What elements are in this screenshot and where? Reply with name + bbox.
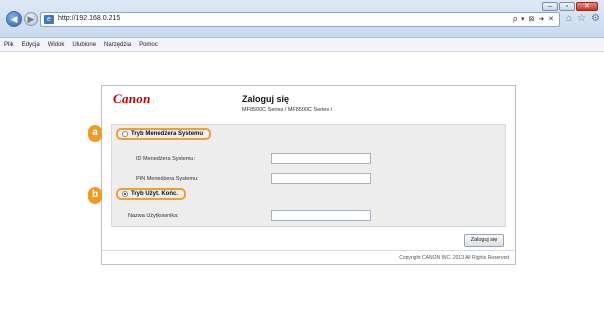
menu-favorites[interactable]: Ulubione <box>72 42 96 48</box>
site-icon: e <box>44 15 54 24</box>
system-manager-mode-label: Tryb Menedżera Systemu <box>131 131 204 137</box>
device-model: MF8500C Series / MF8500C Series / <box>242 107 333 113</box>
login-form: Tryb Menedżera Systemu ID Menedżera Syst… <box>111 124 506 227</box>
gear-icon[interactable]: ⚙ <box>591 13 600 25</box>
browser-toolbar: – ▫ ✕ ◀ ▶ e http://192.168.0.215 ρ ▾ ⊠ ➜… <box>0 0 604 38</box>
favorites-star-icon[interactable]: ☆ <box>577 13 586 25</box>
end-user-mode-radio[interactable] <box>122 191 128 197</box>
username-label: Nazwa Użytkownika: <box>128 213 179 219</box>
url-text: http://192.168.0.215 <box>58 15 121 22</box>
close-button[interactable]: ✕ <box>576 2 598 11</box>
minimize-button[interactable]: – <box>542 2 558 11</box>
callout-a-badge: a <box>88 125 102 142</box>
address-bar[interactable]: e http://192.168.0.215 ρ ▾ ⊠ ➜ ✕ <box>40 12 560 27</box>
home-icon[interactable]: ⌂ <box>566 13 572 25</box>
menu-file[interactable]: Plik <box>4 42 14 48</box>
system-manager-pin-label: PIN Menedżera Systemu: <box>136 176 199 182</box>
menu-edit[interactable]: Edycja <box>22 42 40 48</box>
system-manager-mode-radio[interactable] <box>122 131 128 137</box>
system-manager-mode-option[interactable]: Tryb Menedżera Systemu <box>116 128 212 140</box>
login-button[interactable]: Zaloguj się <box>464 234 504 247</box>
footer-divider <box>102 250 515 251</box>
menu-tools[interactable]: Narzędzia <box>104 42 131 48</box>
system-manager-id-label: ID Menedżera Systemu: <box>136 156 195 162</box>
system-manager-id-input[interactable] <box>271 153 371 164</box>
back-button[interactable]: ◀ <box>6 11 22 27</box>
menu-help[interactable]: Pomoc <box>139 42 158 48</box>
window-controls: – ▫ ✕ <box>542 2 598 11</box>
page-title: Zaloguj się <box>242 94 290 104</box>
system-manager-pin-input[interactable] <box>271 173 371 184</box>
menu-view[interactable]: Widok <box>48 42 65 48</box>
end-user-mode-label: Tryb Użyt. Końc. <box>131 191 179 197</box>
menu-bar: Plik Edycja Widok Ulubione Narzędzia Pom… <box>0 38 604 52</box>
toolbar-icons: ⌂ ☆ ⚙ <box>566 13 600 25</box>
callout-b-badge: b <box>88 187 102 204</box>
address-bar-tools[interactable]: ρ ▾ ⊠ ➜ ✕ <box>513 15 555 23</box>
username-input[interactable] <box>271 210 371 221</box>
end-user-mode-option[interactable]: Tryb Użyt. Końc. <box>116 188 187 200</box>
maximize-button[interactable]: ▫ <box>559 2 575 11</box>
canon-logo: Canon <box>113 91 151 106</box>
forward-button[interactable]: ▶ <box>24 12 38 26</box>
copyright-text: Copyright CANON INC. 2013 All Rights Res… <box>399 255 509 261</box>
login-panel: Canon Zaloguj się MF8500C Series / MF850… <box>101 85 516 265</box>
